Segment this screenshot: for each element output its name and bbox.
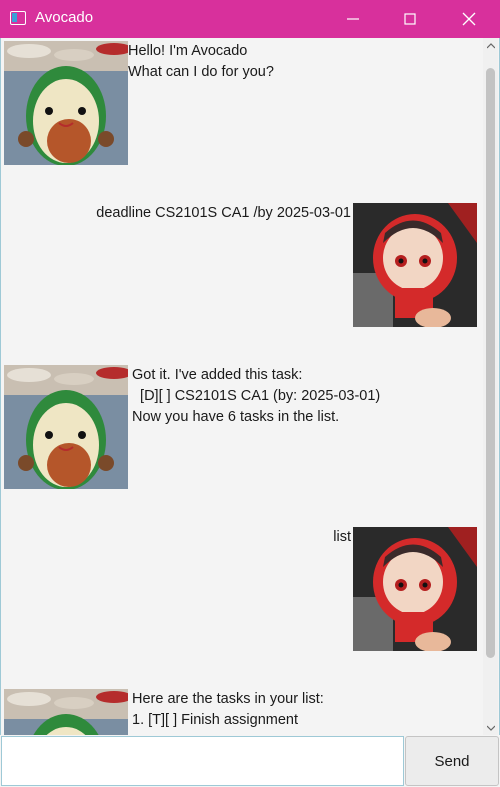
scroll-up-button[interactable]	[483, 38, 498, 53]
input-bar: Send	[0, 735, 500, 787]
app-icon	[10, 11, 26, 25]
message-input[interactable]	[1, 736, 404, 786]
minimize-button[interactable]	[330, 0, 376, 38]
user-avatar	[353, 527, 477, 651]
avocado-avatar	[4, 365, 128, 489]
red-hooded-plush-avatar-icon	[353, 203, 477, 327]
maximize-button[interactable]	[387, 0, 433, 38]
chat-scroll-pane[interactable]: Hello! I'm Avocado What can I do for you?…	[0, 38, 500, 735]
close-button[interactable]	[446, 0, 492, 38]
bot-message-text: Hello! I'm Avocado What can I do for you?	[128, 43, 274, 80]
avocado-avatar	[4, 41, 128, 165]
bot-message-text: Got it. I've added this task: [D][ ] CS2…	[132, 367, 381, 425]
avocado-avatar	[4, 689, 128, 735]
minimize-icon	[347, 18, 359, 20]
maximize-icon	[404, 13, 416, 25]
send-button[interactable]: Send	[405, 736, 499, 786]
chevron-up-icon	[486, 42, 495, 48]
red-hooded-plush-avatar-icon	[353, 527, 477, 651]
user-message-text: list	[333, 529, 351, 545]
avocado-crochet-avatar-icon	[4, 41, 128, 165]
bot-message-text: Here are the tasks in your list: 1. [T][ …	[132, 691, 324, 728]
window-title: Avocado	[35, 9, 94, 26]
scroll-down-button[interactable]	[483, 720, 498, 735]
avocado-crochet-avatar-icon	[4, 689, 128, 735]
title-bar: Avocado	[0, 0, 500, 38]
vertical-scrollbar[interactable]	[483, 38, 498, 735]
close-icon	[462, 12, 476, 26]
user-avatar	[353, 203, 477, 327]
scrollbar-thumb[interactable]	[486, 68, 495, 658]
avocado-crochet-avatar-icon	[4, 365, 128, 489]
user-message-text: deadline CS2101S CA1 /by 2025-03-01	[96, 205, 351, 221]
chevron-down-icon	[486, 725, 495, 731]
